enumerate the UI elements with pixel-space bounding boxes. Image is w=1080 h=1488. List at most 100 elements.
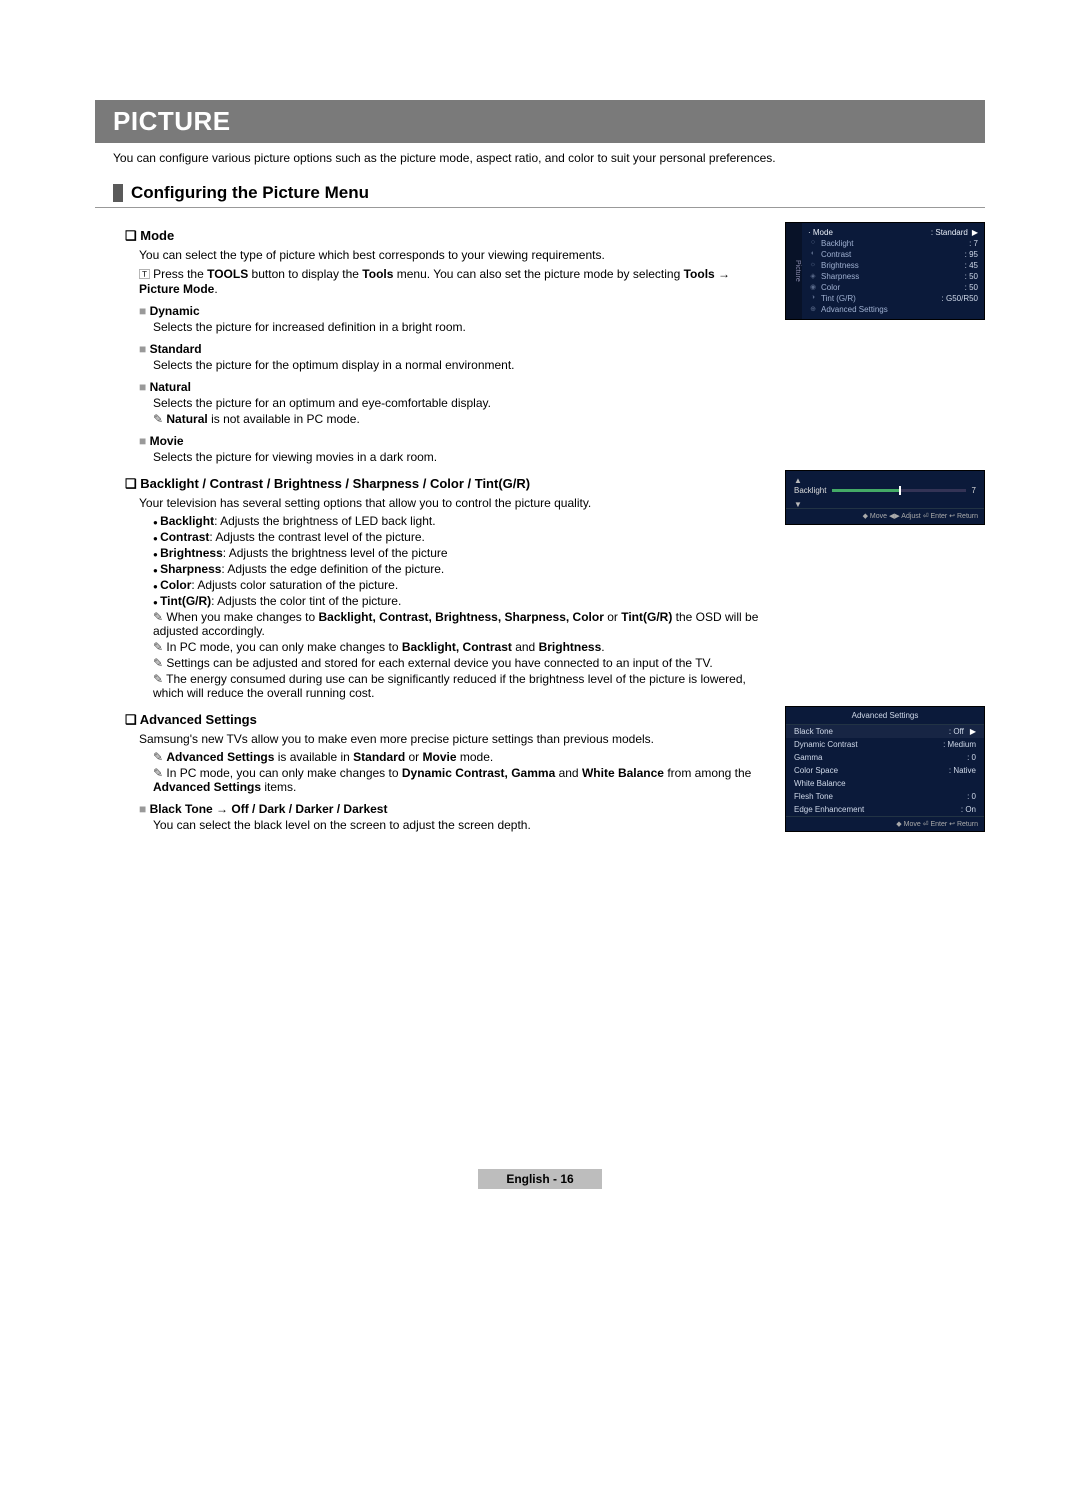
bcb-bullet: Backlight: Adjusts the brightness of LED…	[153, 514, 773, 528]
osd-key: · Mode	[808, 228, 833, 237]
osd-val: : 50	[965, 283, 978, 292]
mode-dynamic-heading: Dynamic	[139, 304, 773, 318]
osd-row: ◑Tint (G/R): G50/R50	[808, 293, 978, 304]
txt: mode.	[457, 750, 494, 764]
txt: White Balance	[582, 766, 664, 780]
txt: : Adjusts the color tint of the picture.	[211, 594, 401, 608]
osd-row: Black Tone: Off▶	[786, 725, 984, 738]
txt: In PC mode, you can only make changes to	[166, 640, 401, 654]
osd-val: : 0	[967, 792, 976, 801]
arrow-down-icon: ▼	[794, 501, 976, 508]
osd-row: Dynamic Contrast : Medium	[786, 738, 984, 751]
mode-natural-heading: Natural	[139, 380, 773, 394]
osd-val: : On	[961, 805, 976, 814]
txt: Tools	[362, 267, 393, 281]
txt: Brightness	[539, 640, 602, 654]
bcb-note: In PC mode, you can only make changes to…	[153, 640, 773, 654]
txt: Tint(G/R)	[160, 594, 211, 608]
bcb-bullet: Contrast: Adjusts the contrast level of …	[153, 530, 773, 544]
adv-blacktone-heading: Black Tone → Off / Dark / Darker / Darke…	[139, 802, 773, 816]
txt: Tint(G/R)	[621, 610, 672, 624]
txt: .	[214, 282, 217, 296]
txt: : Adjusts the edge definition of the pic…	[221, 562, 444, 576]
osd-key: Backlight	[821, 239, 969, 248]
osd-key: Color	[821, 283, 965, 292]
section-title: Configuring the Picture Menu	[131, 183, 369, 203]
osd-key: Color Space	[794, 766, 838, 775]
osd-key: Dynamic Contrast	[794, 740, 858, 749]
bcb-bullet: Brightness: Adjusts the brightness level…	[153, 546, 773, 560]
txt: Advanced Settings	[153, 780, 261, 794]
page-intro: You can configure various picture option…	[113, 151, 967, 165]
txt: Dynamic Contrast, Gamma	[402, 766, 555, 780]
mode-standard-text: Selects the picture for the optimum disp…	[153, 358, 773, 372]
txt: .	[601, 640, 604, 654]
osd-val: : Standard	[931, 228, 968, 237]
mode-standard-heading: Standard	[139, 342, 773, 356]
osd-val: : Off	[949, 727, 964, 736]
txt: Brightness	[160, 546, 223, 560]
osd-row: Color Space: Native	[786, 764, 984, 777]
osd-key: Brightness	[821, 261, 965, 270]
osd-row: ◐Contrast: 95	[808, 249, 978, 260]
txt: and	[555, 766, 582, 780]
mode-natural-note: Natural is not available in PC mode.	[153, 412, 773, 426]
bcb-heading: Backlight / Contrast / Brightness / Shar…	[125, 476, 773, 492]
osd-row: Edge Enhancement: On	[786, 803, 984, 816]
slider-value: 7	[972, 486, 976, 495]
bcb-bullet: Tint(G/R): Adjusts the color tint of the…	[153, 594, 773, 608]
osd-key: Black Tone	[794, 727, 833, 736]
txt: Sharpness	[160, 562, 221, 576]
section-header: Configuring the Picture Menu	[95, 183, 985, 208]
osd-tab-label: Picture	[786, 223, 802, 319]
osd-val: : 0	[967, 753, 976, 762]
txt: Backlight, Contrast	[402, 640, 512, 654]
arrow-up-icon: ▲	[794, 477, 976, 484]
txt: Movie	[423, 750, 457, 764]
osd-key: Tint (G/R)	[821, 294, 942, 303]
page-title: PICTURE	[95, 100, 985, 143]
osd-advanced-settings: Advanced Settings Black Tone: Off▶ Dynam…	[785, 706, 985, 832]
txt: : Adjusts the contrast level of the pict…	[209, 530, 424, 544]
txt: Standard	[353, 750, 405, 764]
bcb-bullet: Sharpness: Adjusts the edge definition o…	[153, 562, 773, 576]
osd-val: : Medium	[943, 740, 976, 749]
txt: menu. You can also set the picture mode …	[393, 267, 683, 281]
slider-bar	[832, 489, 965, 492]
osd-picture-menu: Picture · Mode : Standard▶ ○Backlight: 7…	[785, 222, 985, 320]
mode-natural-text: Selects the picture for an optimum and e…	[153, 396, 773, 410]
txt: : Adjusts the brightness level of the pi…	[223, 546, 448, 560]
mode-intro: You can select the type of picture which…	[139, 248, 773, 262]
osd3-title: Advanced Settings	[786, 707, 984, 725]
bcb-note: Settings can be adjusted and stored for …	[153, 656, 773, 670]
osd-val: : 95	[965, 250, 978, 259]
osd-row: · Mode : Standard▶	[808, 227, 978, 238]
osd-key: Advanced Settings	[821, 305, 978, 314]
osd-key: Gamma	[794, 753, 822, 762]
page-footer: English - 16	[95, 1172, 985, 1186]
osd-row: Gamma : 0	[786, 751, 984, 764]
adv-blacktone-text: You can select the black level on the sc…	[153, 818, 773, 832]
osd-val: : 45	[965, 261, 978, 270]
bcb-note: When you make changes to Backlight, Cont…	[153, 610, 773, 638]
adv-intro: Samsung's new TVs allow you to make even…	[139, 732, 773, 746]
txt: Contrast	[160, 530, 209, 544]
txt: Color	[160, 578, 191, 592]
bcb-intro: Your television has several setting opti…	[139, 496, 773, 510]
txt: items.	[261, 780, 296, 794]
txt: or	[405, 750, 422, 764]
osd-row: ⊕Advanced Settings	[808, 304, 978, 315]
osd-row: Flesh Tone: 0	[786, 790, 984, 803]
mode-tools-note: Press the TOOLS button to display the To…	[139, 266, 773, 296]
section-mark-icon	[113, 184, 123, 202]
osd-row: ☼Brightness: 45	[808, 260, 978, 271]
txt: and	[512, 640, 539, 654]
txt: from among the	[664, 766, 751, 780]
txt: : Adjusts the brightness of LED back lig…	[214, 514, 435, 528]
txt: Backlight	[160, 514, 214, 528]
osd-slider: ▲ Backlight 7 ▼ ◆ Move ◀▶ Adjust ⏎ Enter…	[785, 470, 985, 525]
txt: When you make changes to	[166, 610, 318, 624]
mode-movie-heading: Movie	[139, 434, 773, 448]
osd-key: Contrast	[821, 250, 965, 259]
mode-dynamic-text: Selects the picture for increased defini…	[153, 320, 773, 334]
